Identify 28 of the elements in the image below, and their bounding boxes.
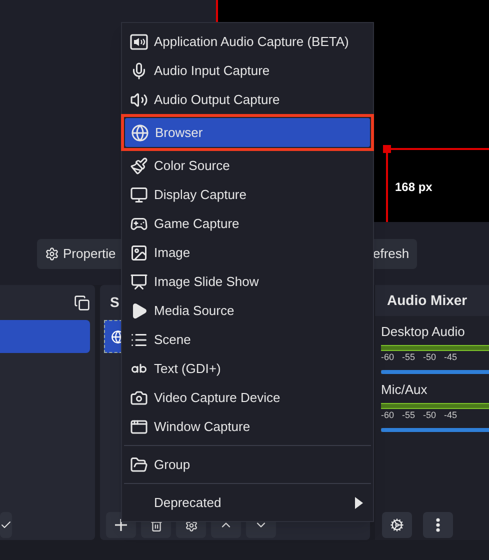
menu-item[interactable]: Text (GDI+)	[124, 354, 371, 383]
menu-item[interactable]: Image Slide Show	[124, 267, 371, 296]
menu-item[interactable]: Browser	[125, 118, 370, 147]
menu-item[interactable]: Deprecated	[124, 488, 371, 517]
meter-scale-label: -55	[402, 408, 416, 422]
meter-scale-label: -50	[423, 350, 436, 364]
menu-item[interactable]: Group	[124, 450, 371, 479]
menu-item[interactable]: Game Capture	[124, 209, 371, 238]
meter-scale-label: -60	[381, 350, 394, 364]
channel-name: Desktop Audio	[381, 323, 466, 341]
menu-item[interactable]: Color Source	[124, 151, 371, 180]
menu-item[interactable]: Application Audio Capture (BETA)	[124, 27, 371, 56]
meter-scale-label: -55	[402, 350, 416, 364]
channel-name: Mic/Aux	[381, 381, 428, 399]
meter-scale-label: -45	[444, 408, 458, 422]
menu-item[interactable]: Audio Input Capture	[124, 56, 371, 85]
menu-item[interactable]: Window Capture	[124, 412, 371, 441]
menu-item[interactable]: Display Capture	[124, 180, 371, 209]
meter-scale-label: -50	[423, 408, 436, 422]
meter-scale-label: -60	[381, 408, 394, 422]
dimension-label: 168 px	[395, 179, 432, 196]
menu-item[interactable]: Audio Output Capture	[124, 85, 371, 114]
panel-title: Audio Mixer	[387, 291, 468, 310]
meter-scale-label: -45	[444, 350, 458, 364]
menu-item[interactable]: Media Source	[124, 296, 371, 325]
menu-item[interactable]: Video Capture Device	[124, 383, 371, 412]
panel-title: S	[110, 293, 120, 312]
menu-item[interactable]: Scene	[124, 325, 371, 354]
